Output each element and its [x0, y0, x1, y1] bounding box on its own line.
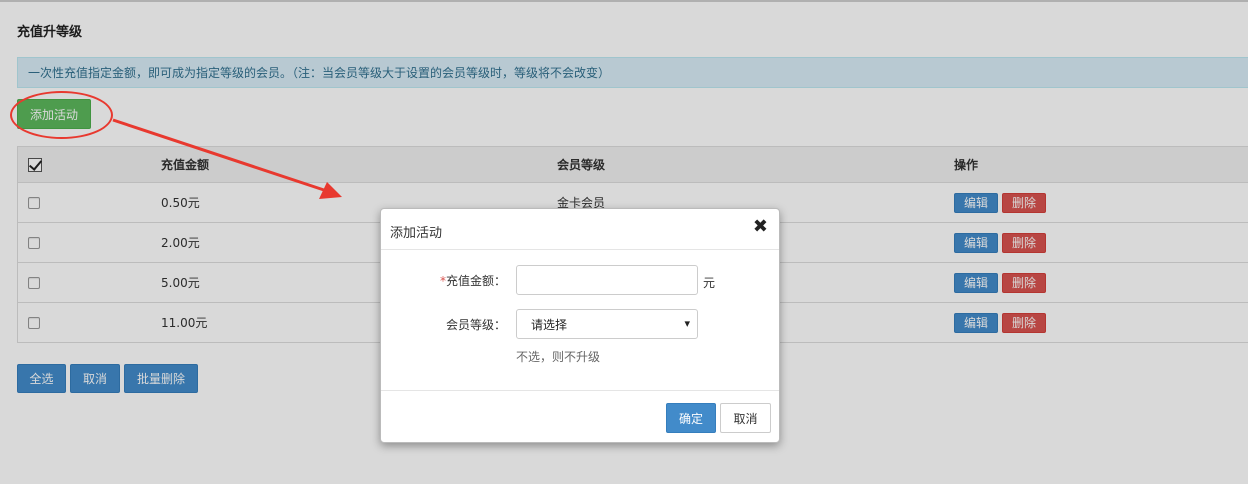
level-hint: 不选，则不升级 — [516, 350, 601, 364]
modal-header: 添加活动 ✖ — [381, 209, 779, 250]
amount-unit: 元 — [703, 276, 716, 290]
modal-footer: 确定 取消 — [381, 390, 779, 444]
amount-input[interactable] — [516, 265, 698, 295]
close-icon[interactable]: ✖ — [753, 216, 768, 237]
level-label: 会员等级： — [445, 318, 506, 332]
chevron-down-icon: ▾ — [684, 317, 690, 330]
add-activity-modal: 添加活动 ✖ *充值金额： 元 会员等级： 请选择 ▾ 不选，则不升级 确定 取… — [380, 208, 780, 443]
level-select[interactable]: 请选择 ▾ — [516, 309, 698, 339]
confirm-button[interactable]: 确定 — [666, 403, 716, 433]
cancel-button[interactable]: 取消 — [720, 403, 771, 433]
level-select-value: 请选择 — [531, 317, 568, 332]
modal-title: 添加活动 — [390, 226, 443, 241]
page: 充值升等级 一次性充值指定金额，即可成为指定等级的会员。（注：当会员等级大于设置… — [0, 0, 1248, 484]
amount-label: *充值金额： — [439, 274, 506, 288]
